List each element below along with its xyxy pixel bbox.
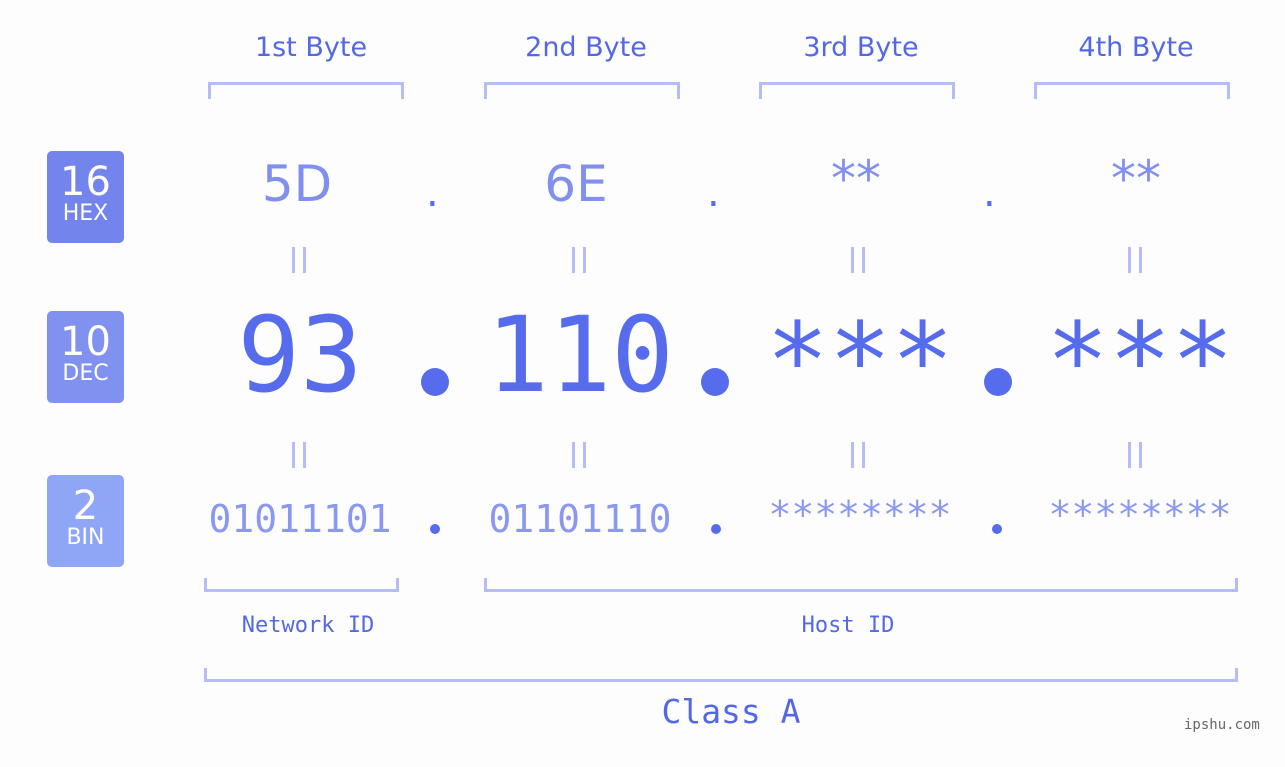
hex-byte-1: 5D (261, 155, 333, 213)
byte-bracket-3 (759, 82, 955, 99)
byte-bracket-1 (208, 82, 404, 99)
byte-label-3: 3rd Byte (803, 32, 919, 63)
hex-badge-number: 16 (60, 159, 111, 205)
network-id-label: Network ID (241, 613, 375, 638)
equals-icon (1126, 247, 1146, 273)
host-id-label: Host ID (801, 613, 895, 638)
dec-badge: 10 DEC (47, 311, 124, 403)
hex-separator-2: . (707, 170, 720, 216)
bin-badge-number: 2 (72, 483, 99, 529)
equals-icon (570, 247, 590, 273)
dec-separator-1 (418, 368, 449, 406)
dec-byte-3: *** (766, 300, 954, 422)
network-id-bracket (204, 578, 399, 592)
bin-badge: 2 BIN (47, 475, 124, 567)
hex-badge-label: HEX (62, 201, 109, 226)
hex-byte-3: ** (831, 150, 881, 208)
dec-byte-1: 93 (237, 294, 363, 416)
dec-badge-label: DEC (62, 361, 109, 386)
class-label: Class A (661, 692, 801, 731)
bin-separator-3 (992, 524, 1002, 534)
hex-byte-4: ** (1111, 150, 1161, 208)
byte-bracket-4 (1034, 82, 1230, 99)
bin-separator-2 (711, 524, 721, 534)
bin-badge-label: BIN (66, 525, 105, 550)
hex-separator-1: . (426, 170, 439, 216)
equals-icon (290, 442, 310, 468)
bin-byte-1: 01011101 (208, 497, 392, 541)
equals-icon (849, 442, 869, 468)
bin-byte-3: ******** (768, 493, 952, 537)
bin-byte-4: ******** (1048, 493, 1232, 537)
dec-separator-3 (981, 368, 1012, 406)
watermark: ipshu.com (1184, 717, 1260, 733)
byte-label-1: 1st Byte (254, 32, 368, 63)
hex-byte-2: 6E (544, 155, 608, 213)
bin-byte-2: 01101110 (488, 497, 672, 541)
hex-separator-3: . (983, 170, 996, 216)
host-id-bracket (484, 578, 1238, 592)
equals-icon (570, 442, 590, 468)
class-bracket (204, 668, 1238, 682)
bin-separator-1 (430, 524, 440, 534)
dec-separator-2 (698, 368, 729, 406)
byte-bracket-2 (484, 82, 680, 99)
dec-badge-number: 10 (60, 319, 111, 365)
byte-label-2: 2nd Byte (525, 32, 647, 63)
dec-byte-2: 110 (486, 294, 674, 416)
byte-label-4: 4th Byte (1078, 32, 1194, 63)
dec-byte-4: *** (1046, 300, 1234, 422)
equals-icon (849, 247, 869, 273)
equals-icon (290, 247, 310, 273)
equals-icon (1126, 442, 1146, 468)
hex-badge: 16 HEX (47, 151, 124, 243)
